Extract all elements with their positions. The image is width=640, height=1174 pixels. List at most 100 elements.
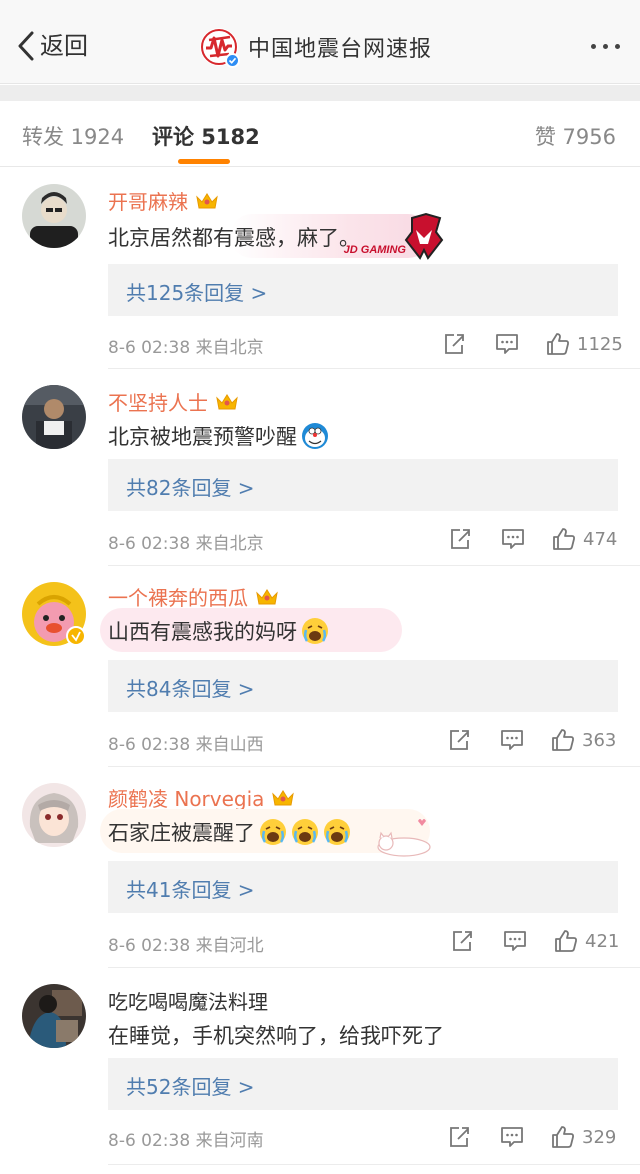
avatar[interactable] [22,184,86,248]
comment-icon [501,730,523,750]
thumbs-up-icon [555,930,577,952]
like-button[interactable]: 474 [551,526,617,552]
comment-divider [108,1164,640,1165]
like-count: 474 [583,528,618,550]
comment-username[interactable]: 吃吃喝喝魔法料理 [108,986,268,1015]
back-label: 返回 [40,32,88,60]
crown-icon [254,586,280,608]
comment-meta: 8-6 02:38 来自北京 [108,534,264,554]
comment-body: 北京被地震预警吵醒 [108,421,329,451]
like-button[interactable]: 1125 [545,331,623,357]
thumbs-up-icon [552,1126,574,1148]
crying-face-emoji-icon [291,818,319,846]
comment-meta: 8-6 02:38 来自河北 [108,936,264,956]
more-dot-icon [591,44,596,49]
top-nav-bar: 返回 中国地震台网速报 [0,0,640,84]
comment-username[interactable]: 颜鹤凌 Norvegia [108,783,296,812]
view-replies-button[interactable]: 共52条回复 > [108,1058,618,1110]
comment-item: 一个裸奔的西瓜 山西有震感我的妈呀 共84条回复 > 8-6 02:38 来自山… [0,566,640,767]
active-tab-indicator [178,159,230,164]
comment-body: 山西有震感我的妈呀 [108,616,329,646]
comment-item: 颜鹤凌 Norvegia 石家庄被震醒了 共41条回复 > 8-6 02:38 … [0,767,640,968]
verified-badge [225,53,240,68]
comment-icon [504,931,526,951]
share-icon [451,529,470,549]
view-replies-button[interactable]: 共41条回复 > [108,861,618,913]
view-replies-button[interactable]: 共84条回复 > [108,660,618,712]
like-button[interactable]: 421 [553,928,619,954]
crown-icon [194,190,220,212]
like-count: 363 [582,729,617,751]
view-replies-button[interactable]: 共82条回复 > [108,459,618,511]
comment-button[interactable] [494,331,520,357]
comment-text: 北京居然都有震感，麻了。 [108,226,360,250]
repost-button[interactable] [447,526,473,552]
thumbs-up-icon [547,333,569,355]
comment-icon [501,1127,523,1147]
comment-button[interactable] [502,928,528,954]
chevron-left-icon [18,31,34,61]
avatar-image [22,385,86,449]
comment-item: 吃吃喝喝魔法料理 在睡觉，手机突然响了，给我吓死了 共52条回复 > 8-6 0… [0,968,640,1168]
checkmark-icon [228,57,237,64]
crying-face-emoji-icon [323,818,351,846]
comment-text: 北京被地震预警吵醒 [108,425,297,449]
checkmark-icon [71,631,81,642]
crown-icon [270,787,296,809]
comment-username[interactable]: 不坚持人士 [108,387,240,416]
comment-body: 在睡觉，手机突然响了，给我吓死了 [108,1020,444,1050]
comment-icon [496,334,518,354]
avatar[interactable] [22,984,86,1048]
repost-button[interactable] [449,928,475,954]
avatar-image [22,984,86,1048]
comment-text: 在睡觉，手机突然响了，给我吓死了 [108,1024,444,1048]
doraemon-emoji-icon [301,422,329,450]
tab-bar: 转发 1924 评论 5182 赞 7956 [0,101,640,167]
like-button[interactable]: 329 [550,1124,616,1150]
view-replies-button[interactable]: 共125条回复 > [108,264,618,316]
avatar[interactable] [22,385,86,449]
thumbs-up-icon [552,729,574,751]
comment-icon [502,529,524,549]
account-logo [200,28,240,68]
comment-meta: 8-6 02:38 来自山西 [108,735,264,755]
avatar-image [22,184,86,248]
crown-icon [214,391,240,413]
more-dot-icon [615,44,620,49]
crying-face-emoji-icon [259,818,287,846]
share-icon [450,730,469,750]
crying-face-emoji-icon [301,617,329,645]
repost-button[interactable] [441,331,467,357]
comment-button[interactable] [499,1124,525,1150]
comment-body: 石家庄被震醒了 [108,817,351,847]
comment-body: 北京居然都有震感，麻了。 [108,222,360,252]
comment-button[interactable] [500,526,526,552]
like-button[interactable]: 363 [550,727,616,753]
more-dot-icon [603,44,608,49]
repost-button[interactable] [446,727,472,753]
comment-username[interactable]: 一个裸奔的西瓜 [108,582,280,611]
back-button[interactable]: 返回 [16,30,88,62]
comment-item: 不坚持人士 北京被地震预警吵醒 共82条回复 > 8-6 02:38 来自北京 … [0,369,640,566]
like-count: 329 [582,1126,617,1148]
comment-username[interactable]: 开哥麻辣 [108,186,220,215]
share-icon [453,931,472,951]
account-title[interactable]: 中国地震台网速报 [200,28,433,68]
sleeping-cat-sticker [372,811,434,859]
tab-likes[interactable]: 赞 7956 [535,121,616,151]
comment-text: 石家庄被震醒了 [108,821,255,845]
share-icon [450,1127,469,1147]
like-count: 1125 [577,333,623,355]
page-title: 中国地震台网速报 [248,37,433,62]
separator-band [0,85,640,101]
tab-comments[interactable]: 评论 5182 [152,121,260,151]
like-count: 421 [585,930,620,952]
comment-button[interactable] [499,727,525,753]
repost-button[interactable] [446,1124,472,1150]
avatar[interactable] [22,783,86,847]
comment-meta: 8-6 02:38 来自河南 [108,1131,264,1151]
more-button[interactable] [591,44,620,49]
thumbs-up-icon [553,528,575,550]
tab-reposts[interactable]: 转发 1924 [22,121,124,151]
comment-text: 山西有震感我的妈呀 [108,620,297,644]
